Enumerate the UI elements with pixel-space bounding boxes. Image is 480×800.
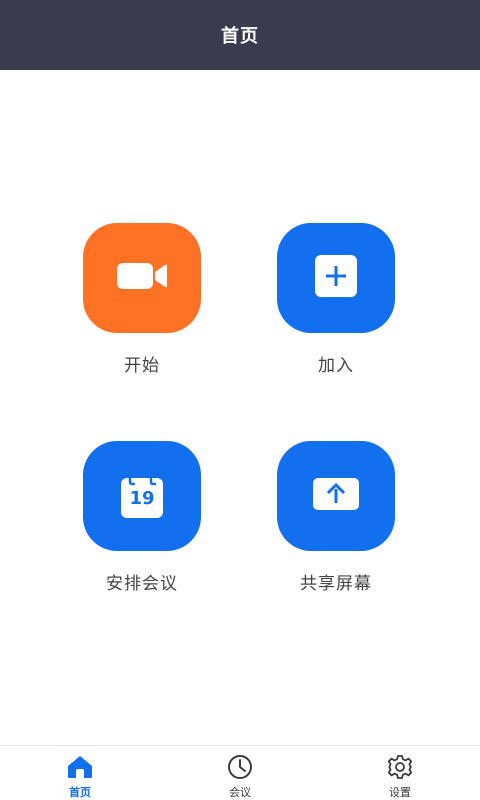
start-meeting-button[interactable]: 开始 bbox=[62, 223, 222, 376]
schedule-meeting-tile[interactable]: 19 bbox=[83, 441, 201, 551]
bottom-tab-bar: 首页 会议 设置 bbox=[0, 745, 480, 800]
share-screen-button[interactable]: 共享屏幕 bbox=[256, 441, 416, 594]
plus-icon bbox=[314, 254, 358, 302]
tab-home[interactable]: 首页 bbox=[0, 746, 160, 800]
join-label: 加入 bbox=[318, 356, 354, 376]
start-label: 开始 bbox=[124, 356, 160, 376]
video-camera-icon bbox=[115, 260, 169, 296]
share-screen-icon bbox=[312, 477, 360, 515]
calendar-icon: 19 bbox=[120, 473, 164, 519]
schedule-meeting-button[interactable]: 19 安排会议 bbox=[62, 441, 222, 594]
tab-meetings[interactable]: 会议 bbox=[160, 746, 320, 800]
page-title: 首页 bbox=[221, 26, 259, 47]
tab-settings[interactable]: 设置 bbox=[320, 746, 480, 800]
app-screen: 首页 开始 加入 19 安排会议 共享屏幕 首页 会议 设置 bbox=[0, 0, 480, 800]
share-label: 共享屏幕 bbox=[300, 574, 372, 594]
calendar-day-number: 19 bbox=[129, 488, 155, 509]
gear-icon bbox=[386, 753, 414, 781]
home-icon bbox=[66, 753, 94, 781]
tab-meetings-label: 会议 bbox=[229, 786, 251, 799]
schedule-label: 安排会议 bbox=[106, 574, 178, 594]
start-meeting-tile[interactable] bbox=[83, 223, 201, 333]
clock-icon bbox=[226, 753, 254, 781]
tab-settings-label: 设置 bbox=[389, 786, 411, 799]
tab-home-label: 首页 bbox=[69, 786, 91, 799]
join-meeting-tile[interactable] bbox=[277, 223, 395, 333]
top-bar: 首页 bbox=[0, 0, 480, 70]
join-meeting-button[interactable]: 加入 bbox=[256, 223, 416, 376]
share-screen-tile[interactable] bbox=[277, 441, 395, 551]
